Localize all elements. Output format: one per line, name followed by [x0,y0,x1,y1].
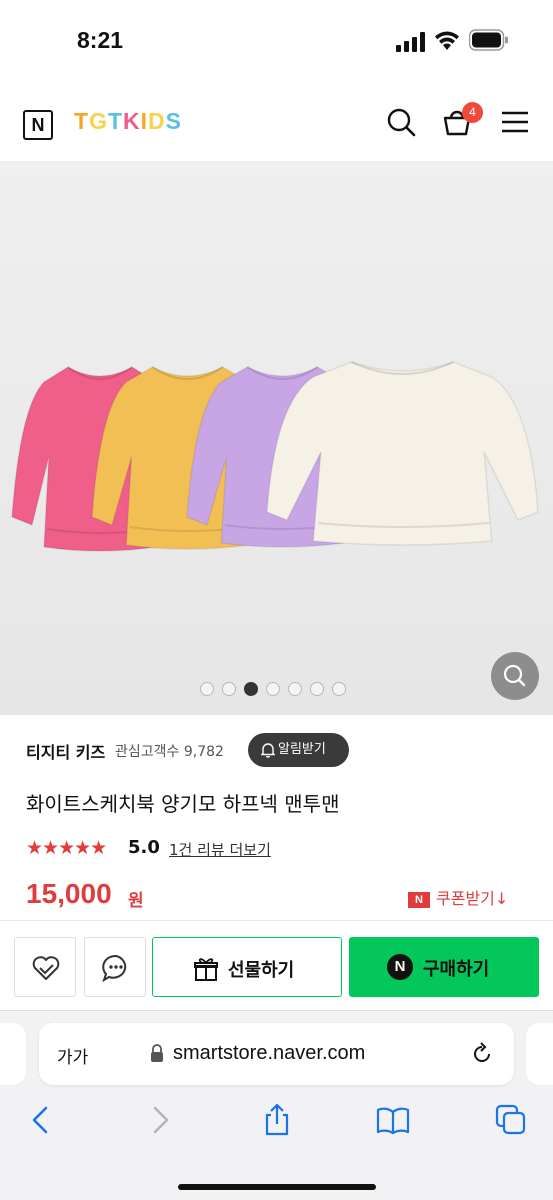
rating-stars: ★★★★★ [26,837,107,859]
buy-button[interactable]: N 구매하기 [349,937,539,997]
status-bar: 8:21 [0,0,553,80]
gallery-dot[interactable] [266,682,280,696]
talk-button[interactable] [84,937,146,997]
share-icon[interactable] [260,1103,294,1137]
lock-icon [151,1044,163,1062]
brand-letter: K [123,108,141,134]
next-tab-peek[interactable] [526,1023,553,1085]
gallery-dot[interactable] [310,682,324,696]
gift-icon [194,958,218,981]
heart-check-icon [32,956,60,980]
search-icon[interactable] [385,106,417,138]
store-name[interactable]: 티지티 키즈 [26,739,105,763]
status-time: 8:21 [77,27,124,53]
gift-button[interactable]: 선물하기 [152,937,342,997]
naver-pay-icon: N [387,954,413,980]
address-bar[interactable]: 가가 smartstore.naver.com [39,1023,514,1085]
browser-toolbar: 가가 smartstore.naver.com [0,1010,553,1200]
text-size-button[interactable]: 가가 [57,1043,88,1068]
naver-logo[interactable]: N [23,110,53,140]
price-currency: 원 [128,891,144,911]
forward-icon[interactable] [143,1103,177,1137]
brand-letter: T [74,108,90,134]
coupon-label: 쿠폰받기↓ [436,889,509,908]
tabs-icon[interactable] [494,1103,528,1137]
product-title: 화이트스케치북 양기모 하프넥 맨투맨 [26,792,340,816]
zoom-button[interactable] [491,652,539,700]
gift-label: 선물하기 [228,960,295,981]
naver-coupon-badge: N [408,892,430,908]
gallery-dot[interactable] [288,682,302,696]
rating-score: 5.0 [128,837,160,858]
product-image[interactable] [0,162,553,715]
brand-letter: S [165,108,182,134]
buy-label: 구매하기 [423,959,490,980]
brand-letter: D [148,108,166,134]
alarm-label: 알림받기 [278,742,326,757]
home-indicator [178,1184,376,1190]
cart-count-badge: 4 [462,102,483,123]
bell-plus-icon [260,743,276,758]
gallery-dot[interactable] [244,682,258,696]
gallery-dot[interactable] [222,682,236,696]
interest-count: 관심고객수 9,782 [115,744,224,760]
signal-icon [396,32,425,52]
url-text: smartstore.naver.com [173,1042,366,1064]
wifi-icon [435,31,459,50]
coupon-button[interactable]: N 쿠폰받기↓ [408,885,508,909]
zoom-icon [503,664,526,687]
store-header: N TGTKIDS 4 [0,82,553,162]
back-icon[interactable] [24,1103,58,1137]
sweatshirts-photo [0,162,553,715]
review-link[interactable]: 1건 리뷰 더보기 [169,839,271,860]
brand-logo[interactable]: TGTKIDS [74,108,182,135]
gallery-dot[interactable] [200,682,214,696]
chat-icon [102,954,127,983]
alarm-button[interactable]: 알림받기 [248,733,349,767]
battery-icon [469,29,508,51]
previous-tab-peek[interactable] [0,1023,26,1085]
brand-letter: I [140,108,149,134]
wishlist-button[interactable] [14,937,76,997]
purchase-action-bar: 선물하기 N 구매하기 [0,920,553,1010]
brand-letter: T [107,108,124,134]
brand-letter: G [89,108,108,134]
gallery-pagination [200,682,346,696]
menu-icon[interactable] [499,106,531,138]
reload-icon[interactable] [469,1041,495,1067]
gallery-dot[interactable] [332,682,346,696]
product-price: 15,000 [26,878,112,909]
bookmarks-icon[interactable] [376,1103,410,1137]
